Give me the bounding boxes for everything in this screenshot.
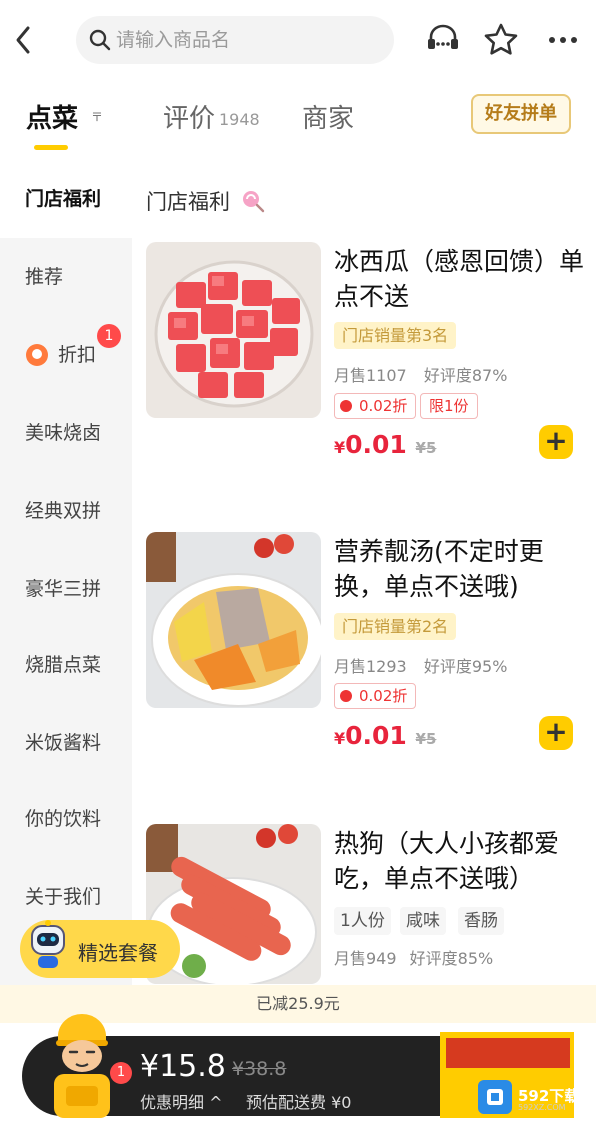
rank-tag: 门店销量第2名 — [334, 613, 457, 640]
original-price: ¥5 — [415, 439, 437, 457]
discount-heart-icon — [340, 400, 352, 412]
spec-tag: 1人份 — [334, 907, 391, 935]
spec-tag: 香肠 — [458, 907, 504, 935]
discount-heart-icon — [340, 690, 352, 702]
discount-icon — [26, 344, 48, 366]
price: ¥0.01 ¥5 — [334, 430, 436, 459]
rating: 好评度95% — [423, 657, 508, 676]
tab-dishes-extra: 〒 — [91, 110, 104, 124]
sidebar-item-recommended[interactable]: 推荐 — [0, 238, 132, 316]
search-icon — [88, 28, 112, 52]
checkout-banner — [446, 1038, 570, 1068]
sidebar-item-drinks[interactable]: 你的饮料 — [0, 780, 132, 858]
tab-reviews[interactable]: 评价 — [163, 98, 215, 135]
monthly-sales: 月售1107 — [334, 366, 407, 385]
sidebar-item-triple-combo[interactable]: 豪华三拼 — [0, 550, 132, 628]
sidebar-item-bbq-dishes[interactable]: 烧腊点菜 — [0, 626, 132, 704]
cart-total-price: ¥15.8 — [140, 1049, 226, 1084]
dish-image-watermelon[interactable] — [146, 242, 321, 418]
watermark-subtext: 592XZ.COM — [518, 1103, 566, 1112]
sidebar-item-double-combo[interactable]: 经典双拼 — [0, 472, 132, 550]
tab-active-indicator — [34, 145, 68, 150]
dish-stats: 月售1107 好评度87% — [334, 362, 507, 386]
customer-service-icon[interactable] — [424, 22, 462, 56]
watermark-logo-icon — [478, 1080, 512, 1114]
dish-title[interactable]: 冰西瓜（感恩回馈）单点不送 — [334, 244, 584, 314]
price-value: 0.01 — [345, 721, 407, 750]
robot-icon — [24, 918, 72, 972]
add-to-cart-button[interactable]: + — [539, 716, 573, 750]
dish-title[interactable]: 营养靓汤(不定时更换，单点不送哦) — [334, 534, 584, 604]
delivery-fee: 预估配送费 ¥0 — [246, 1093, 352, 1112]
favorite-star-icon[interactable] — [483, 22, 519, 56]
sidebar-item-roast[interactable]: 美味烧卤 — [0, 394, 132, 472]
back-icon[interactable] — [10, 22, 38, 58]
price-value: 0.01 — [345, 430, 407, 459]
spec-tag: 咸味 — [400, 907, 446, 935]
price-symbol: ¥ — [334, 438, 346, 457]
cart-count-badge: 1 — [110, 1062, 132, 1084]
group-buy-button[interactable]: 好友拼单 — [471, 94, 571, 134]
discount-detail-link[interactable]: 优惠明细 ^ — [140, 1089, 223, 1113]
more-icon[interactable] — [545, 25, 581, 55]
original-price: ¥5 — [415, 730, 437, 748]
tab-merchant[interactable]: 商家 — [302, 98, 354, 135]
rank-tag: 门店销量第3名 — [334, 322, 457, 349]
dish-stats: 月售949 好评度85% — [334, 945, 493, 969]
sidebar-discount-badge: 1 — [97, 324, 121, 348]
sidebar-item-store-benefits[interactable]: 门店福利 — [0, 160, 132, 238]
dish-stats: 月售1293 好评度95% — [334, 653, 507, 677]
section-title: 门店福利 — [146, 190, 230, 214]
rating: 好评度87% — [423, 366, 508, 385]
tab-dishes[interactable]: 点菜 — [26, 98, 78, 135]
rating: 好评度85% — [409, 949, 494, 968]
price-symbol: ¥ — [334, 729, 346, 748]
sidebar-item-rice-sauce[interactable]: 米饭酱料 — [0, 704, 132, 782]
add-to-cart-button[interactable]: + — [539, 425, 573, 459]
dish-image-soup[interactable] — [146, 532, 321, 708]
price: ¥0.01 ¥5 — [334, 721, 436, 750]
limit-tag: 限1份 — [420, 393, 478, 419]
tab-reviews-count: 1948 — [219, 110, 260, 129]
lollipop-icon — [240, 188, 266, 214]
monthly-sales: 月售1293 — [334, 657, 407, 676]
featured-set-label: 精选套餐 — [78, 941, 158, 965]
courier-cart-icon[interactable] — [42, 1012, 122, 1122]
monthly-sales: 月售949 — [334, 949, 397, 968]
search-input[interactable] — [116, 22, 386, 58]
cart-original-price: ¥38.8 — [232, 1058, 287, 1080]
dish-title[interactable]: 热狗（大人小孩都爱吃，单点不送哦） — [334, 826, 584, 896]
